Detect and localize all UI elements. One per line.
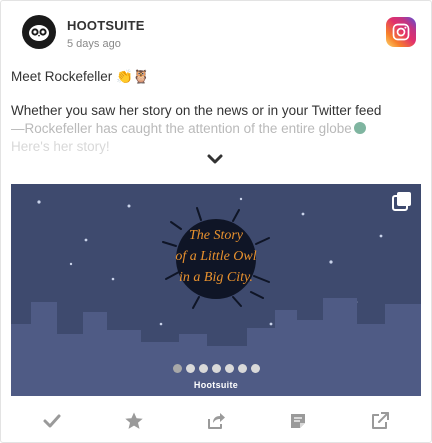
brand-name[interactable]: HOOTSUITE: [67, 18, 145, 33]
carousel-dot[interactable]: [237, 364, 247, 373]
headline-line-2: of a Little Owl: [175, 249, 256, 264]
carousel-dot[interactable]: [224, 364, 234, 373]
share-icon: [208, 413, 225, 429]
share-button[interactable]: [204, 409, 228, 433]
checkmark-icon: [43, 414, 61, 428]
post-card: HOOTSUITE 5 days ago Meet Rockefeller 👏🦉…: [0, 0, 432, 443]
post-body-line-2-text: —Rockefeller has caught the attention of…: [11, 121, 352, 136]
open-external-button[interactable]: [368, 409, 392, 433]
carousel-dot[interactable]: [185, 364, 195, 373]
post-header: HOOTSUITE 5 days ago: [11, 9, 421, 57]
external-link-icon: [372, 412, 389, 429]
expand-chevron-icon[interactable]: [206, 153, 224, 167]
carousel-dot[interactable]: [211, 364, 221, 373]
favorite-button[interactable]: [122, 409, 146, 433]
media-brand-text: Hootsuite: [193, 380, 239, 390]
action-bar: [11, 401, 421, 441]
post-body-line-1: Whether you saw her story on the news or…: [11, 103, 382, 118]
instagram-icon: [386, 17, 416, 47]
globe-icon: [353, 122, 366, 134]
carousel-dots: [11, 364, 421, 373]
note-icon: [291, 414, 305, 428]
multiple-images-icon: [391, 190, 413, 212]
carousel-dot[interactable]: [250, 364, 260, 373]
note-button[interactable]: [286, 409, 310, 433]
avatar[interactable]: [22, 15, 56, 49]
timestamp: 5 days ago: [67, 38, 121, 50]
star-icon: [125, 412, 143, 429]
post-body: Whether you saw her story on the news or…: [11, 102, 423, 156]
carousel-dot[interactable]: [172, 364, 182, 373]
approve-button[interactable]: [40, 409, 64, 433]
carousel-dot[interactable]: [198, 364, 208, 373]
media-carousel[interactable]: The Story of a Little Owl in a Big City.…: [11, 184, 421, 396]
owl-logo-icon: [29, 25, 49, 41]
headline-line-1: The Story: [189, 228, 244, 243]
post-title: Meet Rockefeller 👏🦉: [11, 69, 150, 84]
post-body-line-2: —Rockefeller has caught the attention of…: [11, 120, 423, 138]
headline-line-3: in a Big City.: [179, 270, 253, 285]
